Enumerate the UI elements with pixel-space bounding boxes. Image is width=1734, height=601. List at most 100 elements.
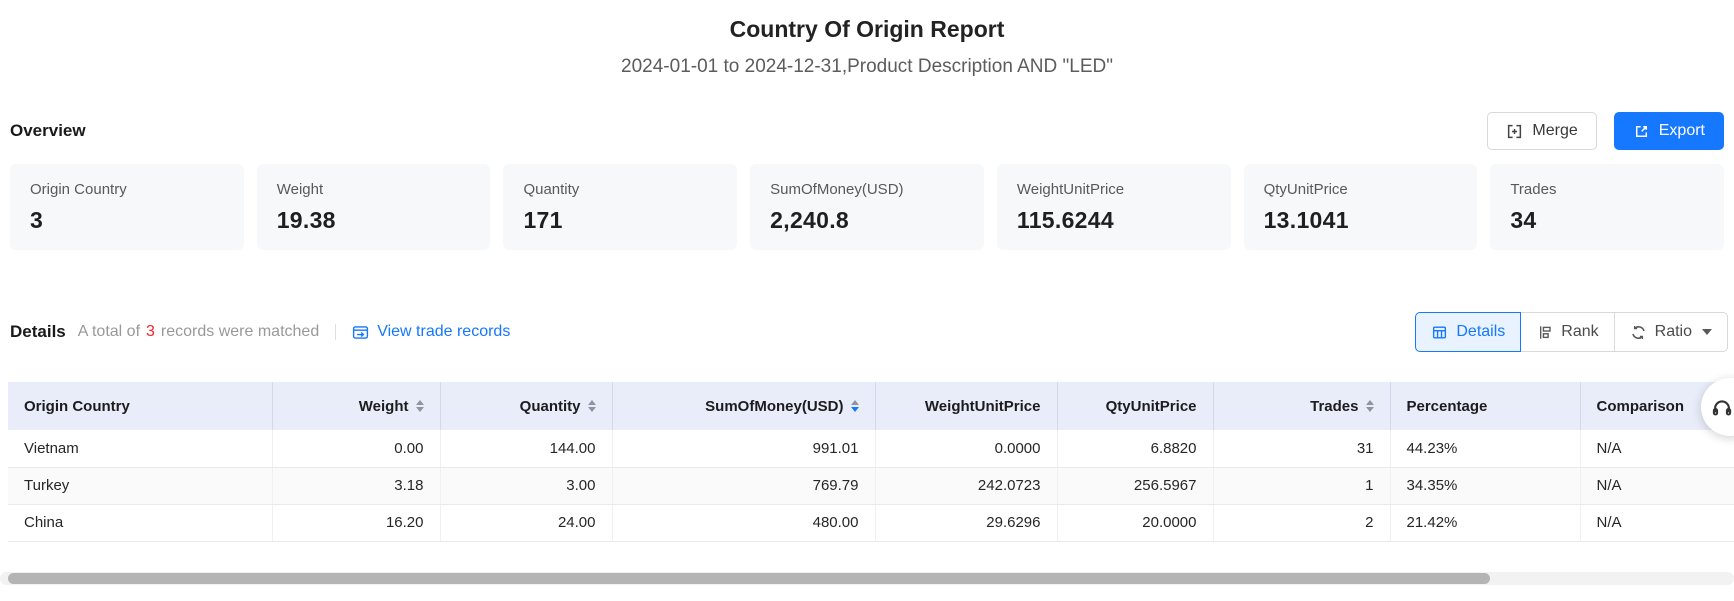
stat-value: 2,240.8 — [770, 207, 964, 234]
stat-card-qty-unit-price: QtyUnitPrice 13.1041 — [1244, 164, 1478, 250]
column-label: Weight — [359, 398, 409, 415]
headset-icon — [1710, 395, 1734, 419]
cell: Turkey — [8, 467, 272, 504]
view-rank-label: Rank — [1561, 323, 1598, 341]
stat-value: 3 — [30, 207, 224, 234]
sort-icon — [588, 400, 596, 412]
stat-card-weight-unit-price: WeightUnitPrice 115.6244 — [997, 164, 1231, 250]
column-header-origin-country: Origin Country — [8, 382, 272, 430]
cell: 16.20 — [272, 504, 440, 541]
cell: 769.79 — [612, 467, 875, 504]
rank-icon — [1536, 324, 1553, 341]
column-header-weight[interactable]: Weight — [272, 382, 440, 430]
stat-value: 13.1041 — [1264, 207, 1458, 234]
stat-value: 171 — [523, 207, 717, 234]
stat-value: 115.6244 — [1017, 207, 1211, 234]
details-section-title: Details — [10, 322, 66, 342]
cell: N/A — [1580, 504, 1734, 541]
column-header-percentage: Percentage — [1390, 382, 1580, 430]
cell: 2 — [1213, 504, 1390, 541]
stat-card-sum-of-money: SumOfMoney(USD) 2,240.8 — [750, 164, 984, 250]
records-count: 3 — [146, 323, 155, 341]
merge-button-label: Merge — [1532, 122, 1577, 140]
stat-label: Trades — [1510, 181, 1704, 198]
chevron-down-icon — [1702, 329, 1712, 335]
cell: 3.18 — [272, 467, 440, 504]
view-details-label: Details — [1456, 323, 1505, 341]
stat-label: QtyUnitPrice — [1264, 181, 1458, 198]
overview-actions: Merge Export — [1487, 112, 1724, 150]
cell: 480.00 — [612, 504, 875, 541]
overview-bar: Overview Merge Export — [10, 112, 1724, 150]
export-button[interactable]: Export — [1614, 112, 1724, 150]
overview-cards: Origin Country 3 Weight 19.38 Quantity 1… — [10, 164, 1724, 250]
column-label: WeightUnitPrice — [925, 398, 1041, 415]
view-rank-button[interactable]: Rank — [1520, 312, 1614, 352]
view-ratio-label: Ratio — [1655, 323, 1692, 341]
column-header-trades[interactable]: Trades — [1213, 382, 1390, 430]
sort-icon — [416, 400, 424, 412]
cell: 0.00 — [272, 430, 440, 467]
merge-button[interactable]: Merge — [1487, 112, 1596, 150]
column-header-qty-unit-price: QtyUnitPrice — [1057, 382, 1213, 430]
cell: 1 — [1213, 467, 1390, 504]
cell: Vietnam — [8, 430, 272, 467]
view-switcher: Details Rank Ratio — [1415, 312, 1728, 352]
view-ratio-button[interactable]: Ratio — [1614, 312, 1728, 352]
cell: 29.6296 — [875, 504, 1057, 541]
stat-label: Origin Country — [30, 181, 224, 198]
column-label: SumOfMoney(USD) — [705, 398, 843, 415]
scrollbar-thumb[interactable] — [8, 573, 1490, 584]
column-header-quantity[interactable]: Quantity — [440, 382, 612, 430]
horizontal-scrollbar[interactable] — [0, 572, 1734, 585]
table-grid-icon — [1431, 324, 1448, 341]
records-summary-suffix: records were matched — [161, 323, 319, 341]
table-row-turkey: Turkey 3.18 3.00 769.79 242.0723 256.596… — [8, 467, 1734, 504]
details-summary: Details A total of 3 records were matche… — [10, 322, 510, 342]
view-trade-records-link[interactable]: View trade records — [352, 323, 510, 341]
column-header-sum-of-money[interactable]: SumOfMoney(USD) — [612, 382, 875, 430]
column-label: Percentage — [1407, 398, 1488, 415]
sort-icon — [851, 400, 859, 412]
page-title: Country Of Origin Report — [0, 16, 1734, 43]
table-row-china: China 16.20 24.00 480.00 29.6296 20.0000… — [8, 504, 1734, 541]
records-summary-prefix: A total of — [78, 323, 140, 341]
merge-icon — [1506, 123, 1523, 140]
cell: N/A — [1580, 430, 1734, 467]
cell: 0.0000 — [875, 430, 1057, 467]
column-label: Trades — [1310, 398, 1358, 415]
stat-card-quantity: Quantity 171 — [503, 164, 737, 250]
column-label: Origin Country — [24, 398, 130, 415]
stat-label: Quantity — [523, 181, 717, 198]
cell: 256.5967 — [1057, 467, 1213, 504]
stat-value: 34 — [1510, 207, 1704, 234]
cell: China — [8, 504, 272, 541]
table-header-row: Origin Country Weight Quantity SumOfMone… — [8, 382, 1734, 430]
details-table: Origin Country Weight Quantity SumOfMone… — [8, 382, 1734, 542]
cell: 242.0723 — [875, 467, 1057, 504]
cell: 34.35% — [1390, 467, 1580, 504]
stat-label: WeightUnitPrice — [1017, 181, 1211, 198]
export-icon — [1633, 123, 1650, 140]
stat-label: SumOfMoney(USD) — [770, 181, 964, 198]
view-trade-records-label: View trade records — [377, 323, 510, 341]
cell: N/A — [1580, 467, 1734, 504]
cell: 6.8820 — [1057, 430, 1213, 467]
column-label: QtyUnitPrice — [1106, 398, 1197, 415]
sort-icon — [1366, 400, 1374, 412]
stat-card-trades: Trades 34 — [1490, 164, 1724, 250]
export-button-label: Export — [1659, 122, 1705, 140]
view-details-button[interactable]: Details — [1415, 312, 1521, 352]
report-subtitle: 2024-01-01 to 2024-12-31,Product Descrip… — [0, 56, 1734, 78]
cell: 3.00 — [440, 467, 612, 504]
column-header-weight-unit-price: WeightUnitPrice — [875, 382, 1057, 430]
cell: 144.00 — [440, 430, 612, 467]
trade-records-icon — [352, 324, 369, 341]
stat-card-origin-country: Origin Country 3 — [10, 164, 244, 250]
column-label: Quantity — [520, 398, 581, 415]
column-label: Comparison — [1597, 398, 1685, 415]
cell: 20.0000 — [1057, 504, 1213, 541]
details-bar: Details A total of 3 records were matche… — [10, 312, 1728, 352]
stat-value: 19.38 — [277, 207, 471, 234]
stat-label: Weight — [277, 181, 471, 198]
